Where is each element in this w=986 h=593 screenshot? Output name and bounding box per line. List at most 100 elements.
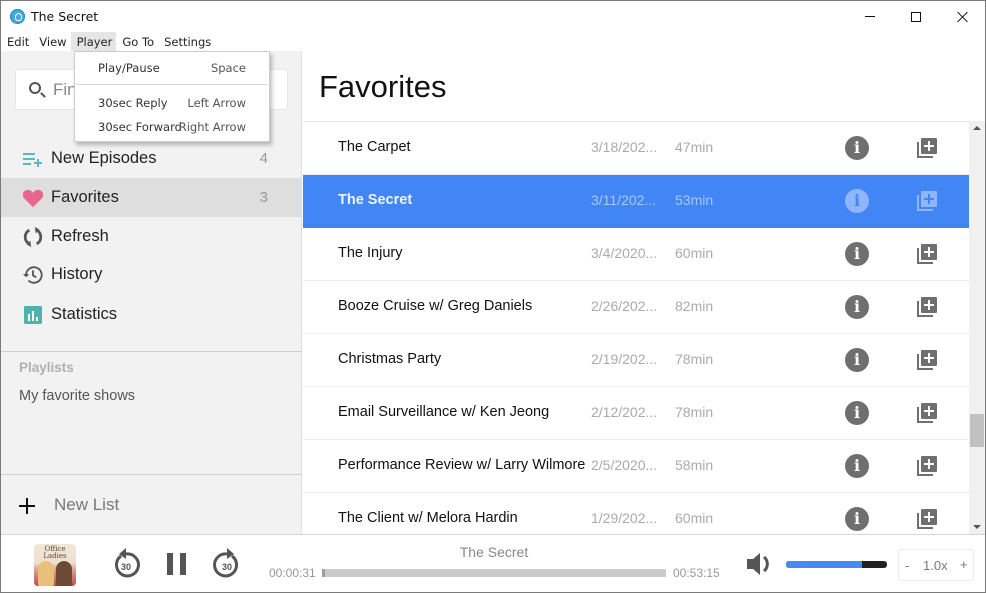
icon-part: [921, 297, 937, 313]
skip-forward-30-button[interactable]: 30: [210, 547, 244, 581]
episode-title: The Injury: [338, 245, 403, 261]
episode-date: 1/29/202...: [591, 510, 658, 526]
info-icon[interactable]: i: [845, 242, 869, 266]
maximize-icon: [911, 11, 921, 22]
info-icon[interactable]: i: [845, 136, 869, 160]
add-to-playlist-icon[interactable]: [917, 509, 937, 529]
episode-duration: 78min: [675, 351, 714, 367]
add-to-playlist-icon[interactable]: [917, 297, 937, 317]
heart-icon: [21, 186, 45, 210]
nav-label: Statistics: [51, 305, 118, 323]
skip-back-30-button[interactable]: 30: [109, 547, 143, 581]
title-bar: The Secret: [1, 1, 985, 32]
skip-seconds: 30: [121, 562, 131, 572]
sidebar-item-statistics[interactable]: Statistics: [1, 295, 302, 334]
add-to-playlist-icon[interactable]: [917, 456, 937, 476]
pause-icon: [167, 553, 186, 575]
info-icon[interactable]: i: [845, 507, 869, 531]
menu-settings[interactable]: Settings: [158, 32, 215, 51]
sidebar-item-history[interactable]: History: [1, 255, 302, 294]
episode-row[interactable]: The Carpet 3/18/202... 47min i: [303, 122, 969, 175]
minimize-button[interactable]: [847, 1, 893, 32]
info-icon[interactable]: i: [845, 189, 869, 213]
episode-title: Performance Review w/ Larry Wilmore: [338, 457, 586, 473]
player-bar: Office Ladies 30 30 The Secret 00:00:31: [1, 534, 985, 592]
episode-row[interactable]: Performance Review w/ Larry Wilmore 2/5/2…: [303, 440, 969, 493]
volume-button[interactable]: [745, 550, 775, 578]
episode-row[interactable]: The Client w/ Melora Hardin 1/29/202... 60…: [303, 493, 969, 534]
menu-item-shortcut: Left Arrow: [187, 96, 246, 110]
icon-part: [921, 509, 937, 525]
pause-button[interactable]: [160, 547, 194, 581]
episode-row[interactable]: Christmas Party 2/19/202... 78min i: [303, 334, 969, 387]
episode-list: The Carpet 3/18/202... 47min i The Secret 3/1…: [303, 122, 969, 534]
window-title: The Secret: [31, 9, 99, 24]
new-list-button[interactable]: New List: [1, 487, 302, 527]
scroll-up-arrow-icon[interactable]: [973, 126, 981, 130]
nav-label: History: [51, 265, 103, 283]
statistics-icon: [21, 303, 45, 327]
add-to-playlist-icon[interactable]: [917, 403, 937, 423]
menu-edit[interactable]: Edit: [1, 32, 33, 51]
menu-view[interactable]: View: [33, 32, 70, 51]
scroll-down-arrow-icon[interactable]: [973, 525, 981, 529]
episode-date: 2/5/2020...: [591, 457, 658, 473]
episode-title: The Secret: [338, 192, 413, 208]
now-playing-title: The Secret: [459, 544, 529, 560]
menu-item-play-pause[interactable]: Play/Pause Space: [75, 58, 269, 78]
episode-duration: 60min: [675, 245, 714, 261]
sidebar-item-new-episodes[interactable]: New Episodes 4: [1, 139, 302, 178]
episode-title: The Carpet: [338, 139, 411, 155]
episode-duration: 60min: [675, 510, 714, 526]
scrollbar[interactable]: [969, 121, 985, 534]
episode-title: Email Surveillance w/ Ken Jeong: [338, 404, 550, 420]
menu-go-to[interactable]: Go To: [116, 32, 158, 51]
add-to-playlist-icon[interactable]: [917, 244, 937, 264]
info-icon[interactable]: i: [845, 401, 869, 425]
progress-fill: [322, 569, 326, 577]
episode-row[interactable]: The Injury 3/4/2020... 60min i: [303, 228, 969, 281]
speed-decrease-button[interactable]: -: [905, 558, 909, 573]
menu-item-30sec-reply[interactable]: 30sec Reply Left Arrow: [75, 93, 269, 113]
episode-date: 3/18/202...: [591, 139, 658, 155]
volume-fill: [786, 561, 862, 568]
episode-row[interactable]: The Secret 3/11/202... 53min i: [303, 175, 969, 228]
speed-increase-button[interactable]: +: [960, 557, 968, 572]
info-icon[interactable]: i: [845, 295, 869, 319]
menu-item-label: 30sec Reply: [98, 96, 168, 110]
close-button[interactable]: [939, 1, 985, 32]
maximize-button[interactable]: [893, 1, 939, 32]
sidebar-item-refresh[interactable]: Refresh: [1, 217, 302, 256]
progress-bar[interactable]: [322, 569, 666, 577]
scrollbar-thumb[interactable]: [970, 414, 984, 447]
volume-slider[interactable]: [786, 561, 887, 568]
podcast-cover-art[interactable]: Office Ladies: [34, 544, 76, 586]
sidebar-divider: [1, 351, 302, 352]
nav-count: 4: [259, 150, 268, 167]
icon-part: [921, 456, 937, 472]
page-title: Favorites: [319, 69, 447, 104]
minimize-icon: [865, 16, 875, 17]
cover-figure: [56, 561, 72, 586]
info-icon[interactable]: i: [845, 454, 869, 478]
add-to-playlist-icon[interactable]: [917, 350, 937, 370]
icon-part: [921, 403, 937, 419]
episode-title: Christmas Party: [338, 351, 442, 367]
episode-duration: 53min: [675, 192, 714, 208]
sidebar-item-favorites[interactable]: Favorites 3: [1, 178, 302, 217]
episode-row[interactable]: Email Surveillance w/ Ken Jeong 2/12/202.…: [303, 387, 969, 440]
episode-date: 2/12/202...: [591, 404, 658, 420]
add-to-playlist-icon[interactable]: [917, 191, 937, 211]
cover-text: Office Ladies: [43, 545, 67, 560]
playlist-item[interactable]: My favorite shows: [19, 388, 135, 404]
nav-label: Refresh: [51, 227, 109, 245]
nav-label: New Episodes: [51, 149, 157, 167]
menu-item-30sec-forward[interactable]: 30sec Forward Right Arrow: [75, 117, 269, 137]
close-icon: [956, 11, 968, 23]
episode-row[interactable]: Booze Cruise w/ Greg Daniels 2/26/202... 8…: [303, 281, 969, 334]
add-to-playlist-icon[interactable]: [917, 138, 937, 158]
current-time: 00:00:31: [269, 566, 316, 580]
icon-part: [921, 244, 937, 260]
menu-player[interactable]: Player: [70, 32, 117, 51]
info-icon[interactable]: i: [845, 348, 869, 372]
